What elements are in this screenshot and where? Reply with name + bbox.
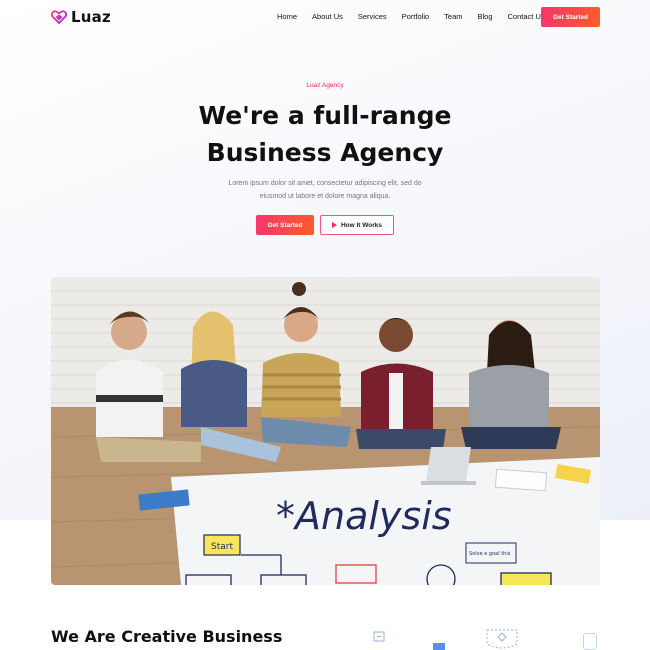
analysis-text: *Analysis (276, 494, 452, 538)
section-title: We Are Creative Business (51, 627, 283, 646)
brand-logo[interactable]: Luaz (51, 8, 111, 26)
top-navbar: Luaz Home About Us Services Portfolio Te… (0, 0, 650, 34)
shield-icon (486, 629, 518, 649)
hero-eyebrow: Luaz Agency (306, 82, 344, 89)
goal-note: Solve e goal this (469, 551, 511, 557)
nav-item-contact[interactable]: Contact Us (508, 12, 545, 21)
nav-item-services[interactable]: Services (358, 12, 387, 21)
nav-item-team[interactable]: Team (444, 12, 462, 21)
hero-get-started-button[interactable]: Get Started (256, 215, 314, 235)
headline-line-2: Business Agency (206, 138, 444, 167)
heart-logo-icon (51, 10, 67, 25)
how-it-works-button[interactable]: How It Works (320, 215, 394, 235)
how-it-works-label: How It Works (340, 221, 383, 229)
brand-name: Luaz (71, 8, 111, 26)
decorative-block (433, 643, 445, 650)
decorative-square-icon (373, 631, 385, 642)
nav-get-started-button[interactable]: Get Started (541, 7, 600, 27)
nav-item-blog[interactable]: Blog (478, 12, 493, 21)
headline-line-1: We're a full-range (198, 101, 452, 130)
start-note: Start (211, 542, 233, 552)
nav-item-portfolio[interactable]: Portfolio (402, 12, 430, 21)
hero-headline: We're a full-range Business Agency (0, 97, 650, 171)
decorative-outline-box (583, 633, 597, 650)
nav-item-about[interactable]: About Us (312, 12, 343, 21)
hero-team-photo: *Analysis Start Solve e goal this (51, 277, 600, 585)
main-menu: Home About Us Services Portfolio Team Bl… (277, 12, 560, 21)
nav-item-home[interactable]: Home (277, 12, 297, 21)
hero-subtext: Lorem ipsum dolor sit amet, consectetur … (228, 180, 422, 200)
play-icon (331, 222, 337, 228)
